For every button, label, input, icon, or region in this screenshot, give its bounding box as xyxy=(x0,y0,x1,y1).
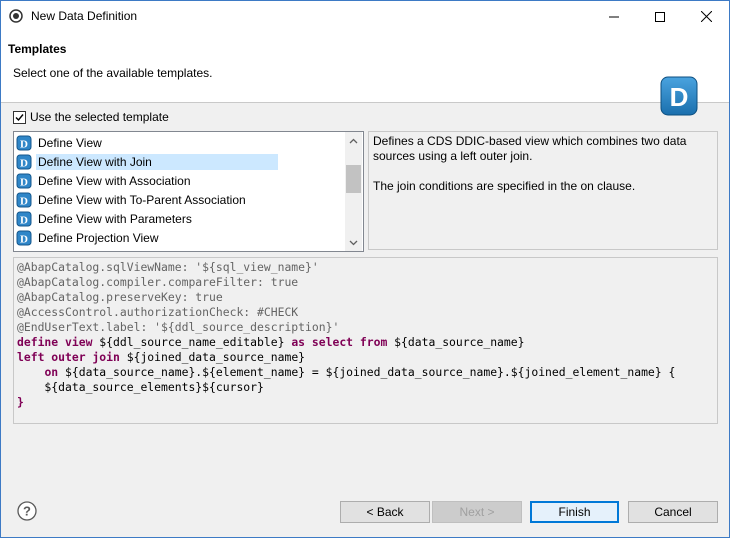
description-line: The join conditions are specified in the… xyxy=(373,179,636,193)
description-line: sources using a left outer join. xyxy=(373,149,533,163)
scrollbar-thumb[interactable] xyxy=(346,165,361,193)
close-button[interactable] xyxy=(683,1,729,32)
code-keyword: as select from xyxy=(291,335,388,349)
minimize-button[interactable] xyxy=(591,1,637,32)
list-item-define-view-with-parameters[interactable]: D Define View with Parameters xyxy=(16,209,346,228)
list-item-label: Define View with Association xyxy=(38,173,191,188)
template-description: Defines a CDS DDIC-based view which comb… xyxy=(368,131,718,250)
wizard-header: Templates Select one of the available te… xyxy=(1,32,729,116)
code-line: define view ${ddl_source_name_editable} … xyxy=(17,335,714,350)
list-item-define-view-with-association[interactable]: D Define View with Association xyxy=(16,171,346,190)
list-item-define-view-with-join[interactable]: D Define View with Join xyxy=(16,152,346,171)
code-line: left outer join ${joined_data_source_nam… xyxy=(17,350,714,365)
ddl-template-icon: D xyxy=(16,154,32,169)
svg-text:D: D xyxy=(20,195,28,207)
ddl-template-icon: D xyxy=(16,173,32,188)
data-definition-logo-icon: D xyxy=(660,76,698,116)
chevron-up-icon xyxy=(349,138,358,143)
code-text: ${data_source_name}.${element_name} = ${… xyxy=(58,365,676,379)
ddl-template-icon: D xyxy=(16,230,32,245)
code-keyword: left outer join xyxy=(17,350,120,364)
code-keyword: on xyxy=(44,365,59,379)
list-item-label: Define View with Join xyxy=(36,153,278,170)
logo-letter: D xyxy=(670,82,689,112)
ddl-template-icon: D xyxy=(16,192,32,207)
code-line: ${data_source_elements}${cursor} xyxy=(17,380,264,394)
list-item-define-view-with-to-parent-association[interactable]: D Define View with To-Parent Association xyxy=(16,190,346,209)
next-button[interactable]: Next > xyxy=(432,501,522,523)
list-item-label: Define View with To-Parent Association xyxy=(38,192,246,207)
list-item-define-projection-view[interactable]: D Define Projection View xyxy=(16,228,346,247)
ddl-template-icon: D xyxy=(16,211,32,226)
page-title: Templates xyxy=(8,42,67,56)
list-item-label: Define View xyxy=(38,135,102,150)
finish-button[interactable]: Finish xyxy=(530,501,619,523)
description-line: Defines a CDS DDIC-based view which comb… xyxy=(373,134,687,148)
list-item-label: Define Projection View xyxy=(38,230,159,245)
chevron-down-icon xyxy=(349,240,358,245)
title-bar: New Data Definition xyxy=(1,1,729,32)
code-text: ${ddl_source_name_editable} xyxy=(92,335,292,349)
svg-text:D: D xyxy=(20,176,28,188)
template-code-preview: @AbapCatalog.sqlViewName: '${sql_view_na… xyxy=(13,257,718,424)
eclipse-app-icon xyxy=(9,9,23,23)
svg-text:D: D xyxy=(20,157,28,169)
code-line: @AbapCatalog.sqlViewName: '${sql_view_na… xyxy=(17,260,319,274)
scroll-down-button[interactable] xyxy=(345,234,362,251)
list-item-label: Define View with Parameters xyxy=(38,211,192,226)
code-line: @AccessControl.authorizationCheck: #CHEC… xyxy=(17,305,299,319)
vertical-scrollbar[interactable] xyxy=(345,132,362,251)
dialog-window: New Data Definition Templates Select one… xyxy=(0,0,730,538)
minimize-icon xyxy=(609,16,619,17)
checkmark-icon xyxy=(15,113,24,121)
code-line: on ${data_source_name}.${element_name} =… xyxy=(17,365,714,380)
checkbox-box[interactable] xyxy=(13,110,26,124)
code-text: ${joined_data_source_name} xyxy=(119,350,306,364)
maximize-button[interactable] xyxy=(637,1,683,32)
code-keyword: define view xyxy=(17,335,93,349)
use-template-checkbox[interactable]: Use the selected template xyxy=(13,110,169,124)
code-line: @EndUserText.label: '${ddl_source_descri… xyxy=(17,320,340,334)
window-title: New Data Definition xyxy=(31,9,138,23)
back-button[interactable]: < Back xyxy=(340,501,430,523)
help-icon[interactable]: ? xyxy=(17,501,37,521)
code-line: @AbapCatalog.compiler.compareFilter: tru… xyxy=(17,275,299,289)
cancel-button[interactable]: Cancel xyxy=(628,501,718,523)
code-text: ${data_source_name} xyxy=(387,335,525,349)
code-line: } xyxy=(17,395,24,409)
svg-text:D: D xyxy=(20,214,28,226)
maximize-icon xyxy=(655,11,665,22)
ddl-template-icon: D xyxy=(16,135,32,150)
template-list[interactable]: D Define View D Define View with Join D … xyxy=(13,131,364,252)
svg-text:D: D xyxy=(20,138,28,150)
svg-text:?: ? xyxy=(23,504,31,519)
list-item-define-view[interactable]: D Define View xyxy=(16,133,346,152)
use-template-label: Use the selected template xyxy=(30,110,169,124)
scroll-up-button[interactable] xyxy=(345,132,362,149)
close-icon xyxy=(700,11,712,22)
svg-text:D: D xyxy=(20,233,28,245)
page-subtitle: Select one of the available templates. xyxy=(13,66,213,80)
code-line: @AbapCatalog.preserveKey: true xyxy=(17,290,223,304)
